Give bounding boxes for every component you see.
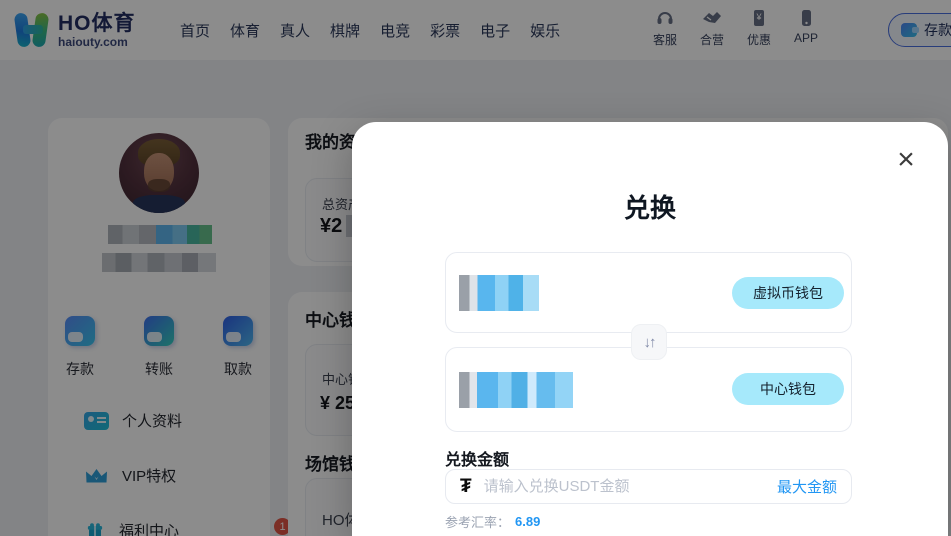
swap-direction-button[interactable]: ↓↑ (631, 324, 667, 360)
swap-arrows-icon: ↓↑ (643, 333, 657, 351)
from-wallet-card[interactable]: 虚拟币钱包 (445, 252, 852, 333)
page: HO体育 haiouty.com 首页 体育 真人 棋牌 电竞 彩票 电子 娱乐… (0, 0, 951, 536)
exchange-amount-label: 兑换金额 (445, 452, 510, 469)
rate-label: 参考汇率： (445, 515, 511, 530)
amount-input-container: ₮ 最大金额 (445, 469, 852, 504)
max-amount-button[interactable]: 最大金额 (777, 476, 837, 497)
exchange-modal: × 兑换 虚拟币钱包 ↓↑ 中心钱包 兑换金额 ₮ 最大金额 参考汇率： 6.8… (352, 122, 948, 536)
amount-input[interactable] (483, 478, 777, 495)
blurred-from-balance (459, 275, 539, 311)
blurred-to-balance (459, 372, 573, 408)
rate-value: 6.89 (515, 514, 541, 529)
reference-rate-row: 参考汇率： 6.89 (445, 512, 540, 531)
to-wallet-badge: 中心钱包 (732, 373, 844, 405)
from-wallet-badge: 虚拟币钱包 (732, 277, 844, 309)
modal-title: 兑换 (623, 193, 676, 223)
close-icon[interactable]: × (890, 144, 922, 176)
usdt-currency-icon: ₮ (460, 475, 472, 497)
